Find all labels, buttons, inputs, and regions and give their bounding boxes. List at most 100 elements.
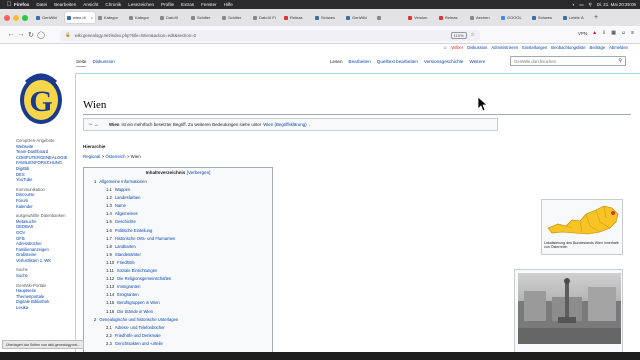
tab-label[interactable]: Schilter: [197, 15, 210, 20]
lock-icon[interactable]: 🔒: [65, 32, 71, 38]
browser-tab[interactable]: Aechen: [468, 12, 498, 23]
tab-bearbeiten[interactable]: Bearbeiten: [349, 59, 371, 64]
tab-weitere[interactable]: Weitere: [469, 59, 485, 64]
toc-text[interactable]: Die Stände in Wien: [117, 309, 153, 314]
sidebar-link[interactable]: Verlustlisten 1. WK: [16, 258, 74, 264]
toc-item[interactable]: 1.4 Allgemeines: [84, 210, 272, 218]
tab-diskussion[interactable]: Diskussion: [92, 59, 114, 67]
sidebar-link[interactable]: Suche: [16, 273, 74, 279]
toc-item[interactable]: 2.2 Friedhöfe und Denkmale: [84, 332, 272, 340]
tab-label[interactable]: GOOGL: [507, 15, 522, 20]
browser-tab[interactable]: DatoXI Fi: [251, 12, 281, 23]
reload-button[interactable]: ↻: [26, 31, 36, 39]
toc-text[interactable]: Immigranten: [117, 284, 140, 289]
toc-text[interactable]: Adress- und Telefonbücher: [115, 325, 165, 330]
menu-app[interactable]: Firefox: [14, 2, 29, 7]
minimize-window-button[interactable]: [13, 14, 19, 21]
close-tab-icon[interactable]: ×: [91, 15, 93, 20]
austria-map[interactable]: [544, 202, 622, 240]
back-button[interactable]: ←: [6, 31, 16, 38]
toc-item[interactable]: 1.11 Soziale Einrichtungen: [84, 267, 272, 275]
toc-text[interactable]: Genealogische und historische Unterlagen: [99, 317, 178, 322]
pocket-icon[interactable]: ▲: [592, 30, 597, 36]
tab-label[interactable]: Schilter: [228, 15, 241, 20]
bookmark-star-icon[interactable]: ☆: [471, 32, 475, 38]
toc-text[interactable]: Berufsgruppen in Wien: [117, 300, 160, 305]
toc-item[interactable]: 2.1 Adress- und Telefonbücher: [84, 324, 272, 332]
toc-item[interactable]: 1.3 Name: [84, 202, 272, 210]
tab-label[interactable]: wien.di: [73, 15, 85, 20]
browser-tab[interactable]: GenWiki: [344, 12, 374, 23]
toc-item[interactable]: 2.3 Gerichtsakten und -urteile: [84, 340, 272, 348]
browser-tab[interactable]: Schwes: [313, 12, 343, 23]
browser-tab[interactable]: Releas: [282, 12, 312, 23]
menubar-clock[interactable]: Di. 21. Mai 20:39:05: [597, 2, 636, 7]
close-window-button[interactable]: [4, 14, 10, 21]
breadcrumb-regional[interactable]: Regional: [83, 154, 100, 159]
menu-profile[interactable]: Profile: [161, 2, 174, 7]
search-icon[interactable]: ⚲: [618, 58, 622, 64]
browser-tab[interactable]: GenWiki: [34, 12, 64, 23]
apple-icon[interactable]: : [4, 2, 14, 8]
browser-tab[interactable]: wien.di ×: [65, 12, 95, 23]
toc-text[interactable]: Politische Einteilung: [115, 228, 152, 233]
toc-item[interactable]: 2 Genealogische und historische Unterlage…: [84, 316, 272, 324]
browser-tab[interactable]: [375, 12, 405, 23]
sidebar-link[interactable]: Lexika: [16, 305, 74, 311]
tab-label[interactable]: GenWiki: [352, 15, 367, 20]
battery-icon[interactable]: ▭: [579, 2, 583, 8]
hatnote-link[interactable]: Wien (Begriffsklärung): [263, 122, 306, 127]
tab-seite[interactable]: Seite: [76, 59, 87, 67]
toc-item[interactable]: 1.12 Die Religionsgemeinschaften: [84, 275, 272, 283]
search-placeholder[interactable]: GenWiki durchsuchen: [514, 59, 556, 64]
toc-item[interactable]: 1.15 Berufsgruppen in Wien: [84, 299, 272, 307]
tab-label[interactable]: Version: [414, 15, 427, 20]
tab-label[interactable]: Schwes: [538, 15, 552, 20]
wifi-icon[interactable]: ◑: [572, 2, 575, 7]
download-icon[interactable]: ⇩: [602, 30, 606, 36]
tab-label[interactable]: GenWiki: [42, 15, 57, 20]
toc-text[interactable]: Allgemeines: [115, 211, 138, 216]
menu-chronik[interactable]: Chronik: [105, 2, 121, 7]
tab-versionsgeschichte[interactable]: Versionsgeschichte: [424, 59, 464, 64]
tab-label[interactable]: Releas: [290, 15, 302, 20]
extension-icon[interactable]: ▦: [611, 30, 616, 36]
genwiki-logo[interactable]: G: [18, 68, 64, 126]
toc-text[interactable]: Landesfarben: [115, 195, 141, 200]
toc-item[interactable]: 1.9 Standesämter: [84, 251, 272, 259]
menu-lesezeichen[interactable]: Lesezeichen: [128, 2, 154, 7]
toc-text[interactable]: Name: [115, 203, 126, 208]
sidebar-link[interactable]: Kalender: [16, 204, 74, 210]
url-text[interactable]: wiki.genealogy.net/index.php?title=Wien&…: [75, 33, 196, 38]
menu-bearbeiten[interactable]: Bearbeiten: [54, 2, 76, 7]
toc-text[interactable]: Historische Orts- und Flurnamen: [115, 236, 176, 241]
toc-text[interactable]: Die Religionsgemeinschaften: [117, 276, 171, 281]
toc-text[interactable]: Allgemeine Informationen: [99, 179, 147, 184]
search-menubar-icon[interactable]: ⚲: [588, 2, 591, 8]
tab-lesen[interactable]: Lesen: [330, 59, 343, 64]
toc-item[interactable]: 1.16 Die Stände in Wien: [84, 308, 272, 316]
toc-item[interactable]: 1.10 Friedhöfe: [84, 259, 272, 267]
personal-diskussion[interactable]: Diskussion: [467, 45, 487, 50]
toc-item[interactable]: 1.5 Geschichte: [84, 218, 272, 226]
personal-administrieren[interactable]: Administrieren: [491, 45, 518, 50]
personal-beitraege[interactable]: Beiträge: [590, 45, 606, 50]
browser-tab[interactable]: Version: [406, 12, 436, 23]
breadcrumb-oesterreich[interactable]: Österreich: [105, 154, 125, 159]
toc-text[interactable]: Landkarten: [115, 244, 136, 249]
toc-item[interactable]: 1.1 Wappen: [84, 186, 272, 194]
forward-button[interactable]: →: [16, 31, 26, 38]
tab-label[interactable]: DatoXI: [166, 15, 178, 20]
menu-icon[interactable]: ≡: [631, 30, 634, 36]
toc-item[interactable]: 1.7 Historische Orts- und Flurnamen: [84, 235, 272, 243]
toc-item[interactable]: 1.13 Immigranten: [84, 283, 272, 291]
toc-text[interactable]: Friedhöfe und Denkmale: [115, 333, 161, 338]
toc-text[interactable]: Soziale Einrichtungen: [117, 268, 158, 273]
menu-extras[interactable]: Extras: [181, 2, 194, 7]
browser-tab[interactable]: Kategor: [127, 12, 157, 23]
toc-hide-link[interactable]: [Verbergen]: [187, 170, 211, 175]
toc-text[interactable]: Gerichtsakten und -urteile: [115, 341, 163, 346]
personal-einstellungen[interactable]: Einstellungen: [522, 45, 547, 50]
search-input[interactable]: GenWiki durchsuchen ⚲: [510, 56, 626, 66]
browser-tab[interactable]: Schwes: [530, 12, 560, 23]
